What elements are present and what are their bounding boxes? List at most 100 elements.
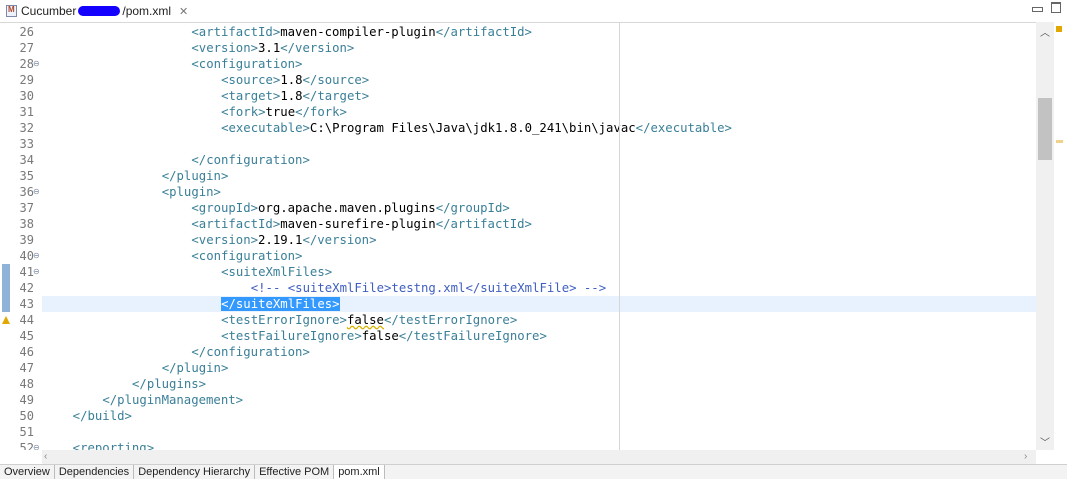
xml-tag: <configuration> [191, 57, 303, 71]
code-line[interactable] [0, 168, 1036, 184]
code-line[interactable] [0, 408, 1036, 424]
line-number: 41 [19, 265, 34, 279]
vertical-scroll-thumb[interactable] [1038, 98, 1052, 160]
line-number: 51 [19, 425, 34, 439]
pom-editor-tabs: Overview Dependencies Dependency Hierarchy… [0, 464, 1067, 479]
code-line[interactable] [0, 56, 1036, 72]
tab-overview[interactable]: Overview [0, 465, 55, 479]
code-line[interactable] [0, 104, 1036, 120]
code-text: <artifactId>maven-surefire-plugin</artif… [191, 216, 532, 232]
maximize-icon[interactable] [1051, 2, 1061, 13]
xml-tag: <plugin> [161, 185, 221, 199]
code-line[interactable] [42, 296, 1036, 312]
scroll-right-icon[interactable]: › [1024, 450, 1027, 464]
scroll-down-icon[interactable]: ﹀ [1040, 434, 1050, 449]
code-text: <plugin> [162, 184, 221, 200]
xml-tag: <reporting> [72, 441, 155, 450]
xml-tag: <executable> [221, 121, 310, 135]
xml-tag: <target> [221, 89, 281, 103]
code-line[interactable] [0, 232, 1036, 248]
xml-value: 1.8 [280, 89, 303, 103]
line-number: 33 [19, 137, 34, 151]
code-line[interactable] [0, 136, 1036, 152]
editor-tab-bar: Cucumber/pom.xml ✕ [0, 0, 1067, 23]
code-text: <source>1.8</source> [221, 72, 369, 88]
fold-collapse-icon[interactable]: ⊖ [33, 56, 40, 72]
scroll-up-icon[interactable]: ︿ [1040, 24, 1050, 39]
xml-tag: </pluginManagement> [102, 393, 244, 407]
xml-tag: </testFailureIgnore> [398, 329, 547, 343]
editor-tab-pom-xml[interactable]: Cucumber/pom.xml ✕ [0, 0, 195, 22]
selected-text: </suiteXmlFiles> [221, 297, 340, 311]
xml-tag: <version> [191, 41, 259, 55]
code-text: <testErrorIgnore>false</testErrorIgnore> [221, 312, 517, 328]
code-line[interactable] [0, 248, 1036, 264]
close-tab-icon[interactable]: ✕ [179, 5, 188, 18]
code-text: <testFailureIgnore>false</testFailureIgn… [221, 328, 547, 344]
fold-collapse-icon[interactable]: ⊖ [33, 184, 40, 200]
line-number: 48 [19, 377, 34, 391]
code-line[interactable] [0, 440, 1036, 450]
xml-tag: </configuration> [191, 153, 310, 167]
code-text: </configuration> [191, 152, 309, 168]
xml-tag: <testErrorIgnore> [221, 313, 347, 327]
code-line[interactable] [0, 152, 1036, 168]
code-text: <suiteXmlFiles> [221, 264, 332, 280]
line-number: 46 [19, 345, 34, 359]
line-number: 30 [19, 89, 34, 103]
code-line[interactable] [0, 184, 1036, 200]
tab-dependency-hierarchy[interactable]: Dependency Hierarchy [134, 465, 256, 479]
line-number: 28 [19, 57, 34, 71]
fold-collapse-icon[interactable]: ⊖ [33, 264, 40, 280]
line-number: 37 [19, 201, 34, 215]
xml-value: 1.8 [280, 73, 303, 87]
overview-marker[interactable] [1056, 140, 1063, 143]
code-text: </pluginManagement> [102, 392, 243, 408]
code-line[interactable] [0, 40, 1036, 56]
line-number: 35 [19, 169, 34, 183]
line-number: 45 [19, 329, 34, 343]
line-number: 38 [19, 217, 34, 231]
code-line[interactable] [0, 312, 1036, 328]
code-line[interactable] [0, 88, 1036, 104]
xml-tag: </version> [280, 41, 355, 55]
horizontal-scrollbar[interactable]: ‹ › [42, 450, 1036, 464]
code-line[interactable] [0, 264, 1036, 280]
tab-dependencies[interactable]: Dependencies [55, 465, 135, 479]
code-text: <configuration> [191, 56, 302, 72]
code-line[interactable] [0, 72, 1036, 88]
maven-file-icon [6, 5, 17, 17]
tab-effective-pom[interactable]: Effective POM [255, 465, 335, 479]
xml-tag: </artifactId> [435, 217, 532, 231]
xml-tag: </fork> [295, 105, 347, 119]
warning-icon[interactable] [2, 316, 10, 324]
code-line[interactable] [0, 344, 1036, 360]
xml-source-editor[interactable]: 26 <artifactId>maven-compiler-plugin</art… [0, 22, 1036, 450]
code-text: </plugin> [162, 360, 229, 376]
warning-overview-icon[interactable] [1056, 26, 1062, 32]
tab-pom-xml[interactable]: pom.xml [334, 465, 385, 479]
fold-collapse-icon[interactable]: ⊖ [33, 440, 40, 450]
code-line[interactable] [0, 360, 1036, 376]
xml-value: 2.19.1 [258, 233, 303, 247]
line-number: 27 [19, 41, 34, 55]
vertical-scrollbar[interactable]: ︿ ﹀ [1036, 22, 1054, 450]
code-text: </build> [73, 408, 132, 424]
minimize-icon[interactable] [1032, 7, 1043, 12]
scroll-left-icon[interactable]: ‹ [44, 450, 47, 464]
xml-value: true [265, 105, 296, 119]
code-text: </plugins> [132, 376, 206, 392]
xml-value: false [346, 313, 384, 327]
line-number: 34 [19, 153, 34, 167]
xml-value: C:\Program Files\Java\jdk1.8.0_241\bin\j… [309, 121, 636, 135]
code-line[interactable] [0, 424, 1036, 440]
line-number: 50 [19, 409, 34, 423]
code-text: <version>3.1</version> [191, 40, 354, 56]
code-line[interactable] [0, 200, 1036, 216]
overview-ruler[interactable] [1054, 22, 1067, 450]
code-text: <artifactId>maven-compiler-plugin</artif… [191, 24, 532, 40]
fold-collapse-icon[interactable]: ⊖ [33, 248, 40, 264]
line-number: 42 [19, 281, 34, 295]
xml-tag: </source> [302, 73, 370, 87]
xml-value: org.apache.maven.plugins [258, 201, 436, 215]
